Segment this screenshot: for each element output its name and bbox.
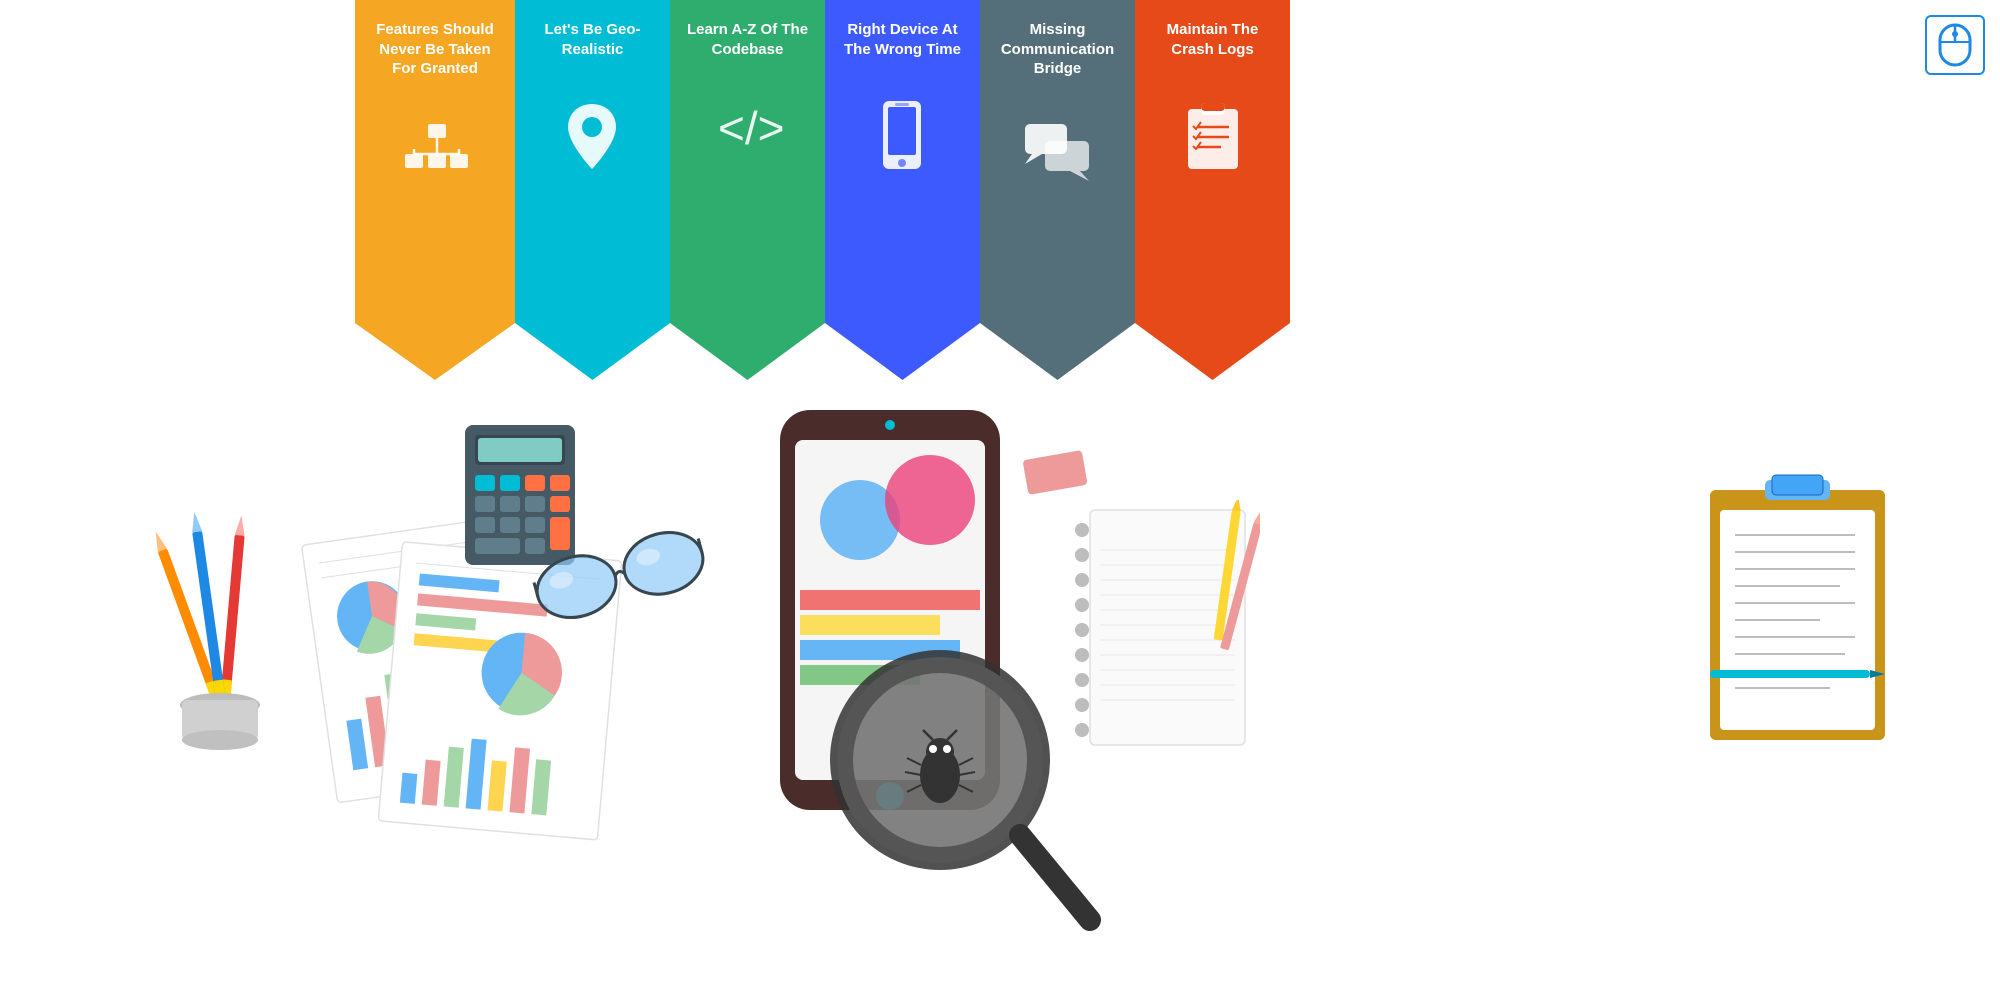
clipboard-icon	[1183, 99, 1243, 184]
glasses	[520, 530, 720, 625]
banner-label-codebase: Learn A-Z Of The Codebase	[670, 20, 825, 59]
clipboard-right-illustration	[1700, 470, 1900, 755]
mouse-icon	[1937, 22, 1973, 68]
banner-container: Features Should Never Be Taken For Grant…	[355, 0, 1290, 380]
mouse-icon-box	[1925, 15, 1985, 75]
eraser	[1020, 450, 1090, 505]
banner-label-geo: Let's Be Geo-Realistic	[515, 20, 670, 59]
notebook	[1060, 500, 1260, 765]
banner-label-device: Right Device At The Wrong Time	[825, 20, 980, 59]
chat-icon	[1020, 119, 1095, 194]
banner-item-communication[interactable]: Missing Communication Bridge	[980, 0, 1135, 380]
banner-item-features[interactable]: Features Should Never Be Taken For Grant…	[355, 0, 515, 380]
banner-item-crashlogs[interactable]: Maintain The Crash Logs	[1135, 0, 1290, 380]
code-icon: </>	[713, 99, 783, 164]
banner-item-codebase[interactable]: Learn A-Z Of The Codebase </>	[670, 0, 825, 380]
banner-label-crashlogs: Maintain The Crash Logs	[1135, 20, 1290, 59]
illustration-area	[0, 380, 2000, 1000]
svg-text:</>: </>	[718, 102, 783, 154]
banner-item-device[interactable]: Right Device At The Wrong Time	[825, 0, 980, 380]
banner-label-communication: Missing Communication Bridge	[980, 20, 1135, 79]
location-icon	[560, 99, 625, 184]
banner-label-features: Features Should Never Be Taken For Grant…	[355, 20, 515, 79]
banner-item-geo[interactable]: Let's Be Geo-Realistic	[515, 0, 670, 380]
pen-clipboard	[1710, 660, 1910, 695]
hierarchy-icon	[400, 119, 470, 199]
phone-icon	[875, 99, 930, 189]
